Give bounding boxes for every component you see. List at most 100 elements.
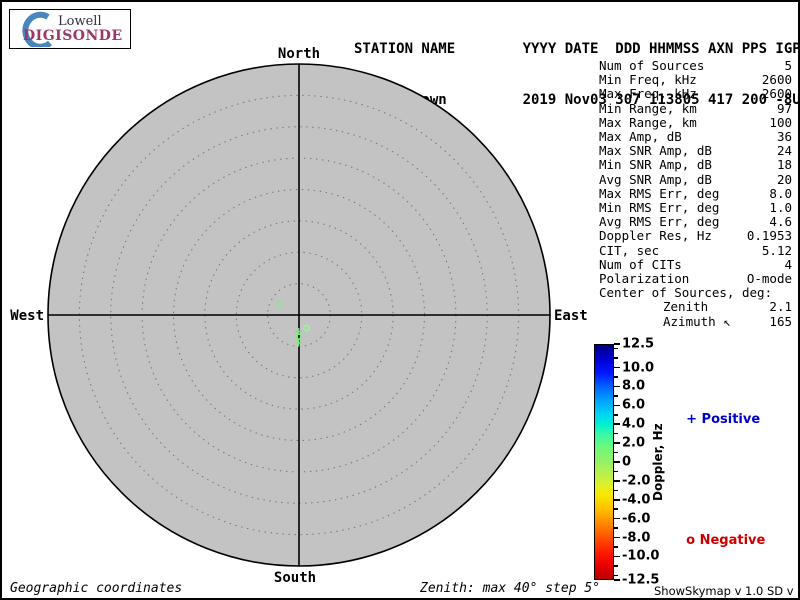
stat-row: Min Freq, kHz 2600 bbox=[599, 73, 792, 87]
stat-label: Num of Sources bbox=[599, 58, 705, 73]
colorbar-major-tick bbox=[614, 536, 620, 539]
colorbar-major-tick bbox=[614, 555, 620, 558]
legend-negative-label: Negative bbox=[699, 533, 766, 548]
stat-value: 20 bbox=[776, 171, 792, 187]
version-note: ShowSkymap v 1.0 SD v 5.1 bbox=[654, 584, 794, 598]
stat-label: Min SNR Amp, dB bbox=[599, 157, 712, 173]
label-south: South bbox=[274, 570, 316, 586]
stat-value: 2600 bbox=[761, 86, 792, 102]
stat-value: 100 bbox=[769, 114, 792, 130]
colorbar-major-tick bbox=[614, 442, 620, 444]
zenith-grid-note: Zenith: max 40° step 5° bbox=[420, 581, 601, 596]
stat-row: Avg RMS Err, deg 4.6 bbox=[599, 215, 792, 229]
colorbar-tick-label: 4.0 bbox=[622, 416, 646, 432]
stat-value: 36 bbox=[776, 129, 792, 145]
stat-label: Max Range, km bbox=[599, 114, 697, 130]
stat-value: 8.0 bbox=[769, 185, 792, 201]
stat-row: Azimuth ↖ 165 bbox=[599, 313, 792, 329]
stat-row: Max SNR Amp, dB 24 bbox=[599, 144, 792, 158]
stat-label: Center of Sources, deg: bbox=[599, 285, 773, 301]
stat-value: 5.12 bbox=[761, 242, 792, 258]
stat-label: Avg RMS Err, deg bbox=[599, 214, 720, 230]
stat-value: 2600 bbox=[761, 72, 792, 88]
colorbar-minor-tick bbox=[614, 376, 618, 378]
colorbar-minor-tick bbox=[614, 470, 618, 473]
colorbar-major-tick bbox=[614, 385, 620, 388]
stat-value: 0.1953 bbox=[746, 228, 792, 244]
stat-label: CIT, sec bbox=[599, 242, 660, 258]
stat-label: Min Range, km bbox=[599, 100, 697, 116]
colorbar-major-tick bbox=[614, 499, 620, 501]
colorbar-major-tick bbox=[614, 579, 620, 581]
stat-row: Max RMS Err, deg 8.0 bbox=[599, 185, 792, 201]
stat-row: CIT, sec 5.12 bbox=[599, 242, 792, 258]
stat-value: 2.1 bbox=[769, 299, 792, 315]
coordinate-system-note: Geographic coordinates bbox=[10, 581, 183, 596]
colorbar-major-tick bbox=[614, 423, 620, 425]
colorbar-tick-label: 12.5 bbox=[622, 336, 655, 352]
stat-value: 18 bbox=[776, 157, 792, 173]
stat-label: Avg SNR Amp, dB bbox=[599, 171, 712, 187]
colorbar-minor-tick bbox=[614, 546, 618, 548]
stat-row: Num of Sources 5 bbox=[599, 58, 792, 73]
colorbar-minor-tick bbox=[614, 574, 618, 577]
colorbar-tick-label: 8.0 bbox=[622, 378, 646, 394]
stat-value: 165 bbox=[769, 313, 792, 329]
colorbar-tick-label: 6.0 bbox=[622, 397, 646, 413]
stat-row: Polarization O-mode bbox=[599, 271, 792, 287]
colorbar-major-tick bbox=[614, 461, 620, 463]
colorbar-minor-tick bbox=[614, 565, 618, 567]
colorbar-major-tick bbox=[614, 366, 620, 369]
colorbar-major-tick bbox=[614, 480, 620, 482]
colorbar-minor-tick bbox=[614, 508, 618, 510]
stat-label: Max SNR Amp, dB bbox=[599, 143, 712, 159]
colorbar-minor-tick bbox=[614, 432, 618, 435]
label-west: West bbox=[10, 308, 44, 324]
colorbar-tick-label: -10.0 bbox=[622, 548, 660, 564]
stat-row: Max Freq, kHz 2600 bbox=[599, 87, 792, 101]
circle-marker-icon: o bbox=[686, 533, 696, 548]
stat-row: Center of Sources, deg: bbox=[599, 286, 792, 300]
colorbar-tick-label: 10.0 bbox=[622, 360, 655, 376]
stat-row: Min RMS Err, deg 1.0 bbox=[599, 200, 792, 216]
colorbar-minor-tick bbox=[614, 451, 618, 454]
stat-label: Doppler Res, Hz bbox=[599, 228, 712, 244]
stat-row: Avg SNR Amp, dB 20 bbox=[599, 171, 792, 187]
colorbar-minor-tick bbox=[614, 395, 618, 397]
stat-label: Num of CITs bbox=[599, 256, 682, 272]
stat-label: Min Freq, kHz bbox=[599, 72, 697, 88]
stat-label: Max RMS Err, deg bbox=[599, 185, 720, 201]
colorbar-tick-label: 0 bbox=[622, 454, 632, 470]
colorbar-tick-label: -2.0 bbox=[622, 473, 651, 489]
legend-positive-label: Positive bbox=[701, 412, 761, 427]
doppler-colorbar bbox=[594, 344, 614, 580]
colorbar-tick-label: -8.0 bbox=[622, 530, 651, 546]
colorbar-minor-tick bbox=[614, 489, 618, 492]
stat-label: Polarization bbox=[599, 271, 690, 287]
stat-row: Max Range, km 100 bbox=[599, 114, 792, 130]
stat-label: Max Amp, dB bbox=[599, 129, 682, 145]
stat-value: 1.0 bbox=[769, 200, 792, 216]
legend-negative: o Negative bbox=[668, 518, 765, 563]
colorbar-minor-tick bbox=[614, 357, 618, 359]
stat-label: Max Freq, kHz bbox=[599, 86, 697, 102]
stats-panel: Num of Sources 5 Min Freq, kHz 2600 Max Freq… bbox=[599, 58, 792, 329]
stat-value: 24 bbox=[776, 143, 792, 159]
colorbar-major-tick bbox=[614, 404, 620, 407]
colorbar-tick-label: -6.0 bbox=[622, 511, 651, 527]
plus-marker-icon: + bbox=[686, 412, 698, 427]
legend-positive: + Positive bbox=[668, 397, 760, 442]
stat-value: 97 bbox=[776, 100, 792, 116]
colorbar-tick-label: 2.0 bbox=[622, 435, 646, 451]
stat-value: 5 bbox=[784, 58, 792, 73]
stat-row: Min Range, km 97 bbox=[599, 100, 792, 116]
stat-label: Zenith bbox=[663, 299, 709, 315]
stat-value: 4 bbox=[784, 256, 792, 272]
stat-label: Min RMS Err, deg bbox=[599, 200, 720, 216]
stat-row: Min SNR Amp, dB 18 bbox=[599, 158, 792, 172]
label-north: North bbox=[278, 46, 320, 62]
colorbar-axis-label: Doppler, Hz bbox=[651, 423, 665, 501]
colorbar-major-tick bbox=[614, 343, 620, 345]
showskymap-window: Lowell DIGISONDE STATION NAME YYYY DATE … bbox=[0, 0, 800, 600]
colorbar-minor-tick bbox=[614, 527, 618, 529]
